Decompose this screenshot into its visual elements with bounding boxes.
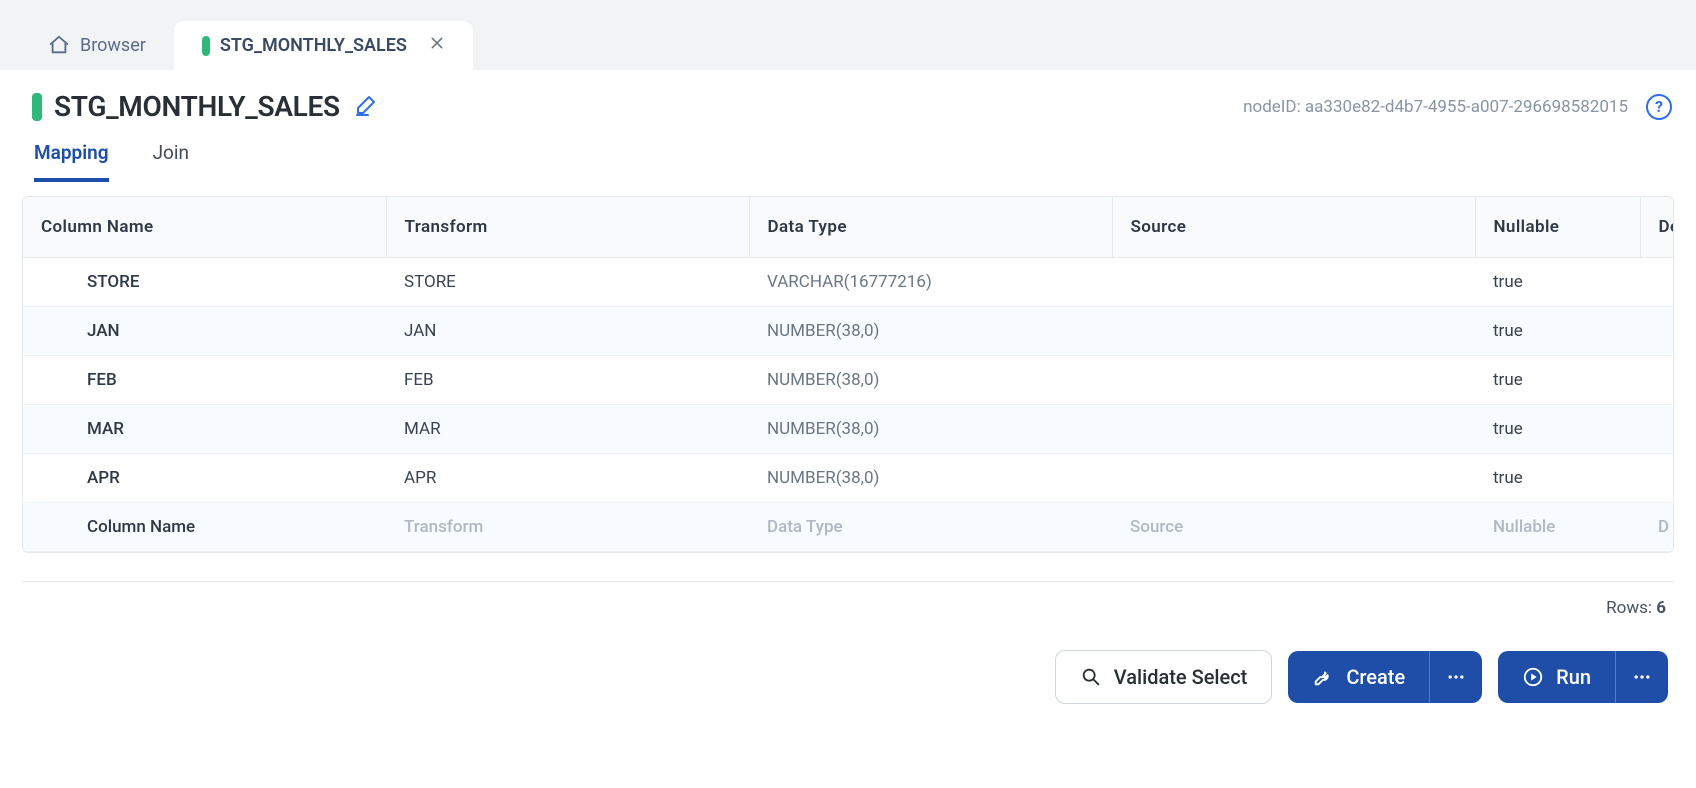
col-header-nullable[interactable]: Nullable xyxy=(1475,197,1640,258)
validate-label: Validate Select xyxy=(1114,665,1248,689)
title-indicator xyxy=(32,93,42,121)
rows-count: 6 xyxy=(1656,598,1666,618)
col-header-type[interactable]: Data Type xyxy=(749,197,1112,258)
run-button[interactable]: Run xyxy=(1498,651,1615,703)
validate-button[interactable]: Validate Select xyxy=(1055,650,1273,704)
search-icon xyxy=(1080,666,1102,688)
sub-tabs: Mapping Join xyxy=(0,133,1696,182)
cell-name: MAR xyxy=(23,405,386,454)
run-more-button[interactable] xyxy=(1615,651,1668,703)
help-icon[interactable]: ? xyxy=(1646,94,1672,120)
page-title: STG_MONTHLY_SALES xyxy=(54,90,340,123)
cell-name: FEB xyxy=(23,356,386,405)
table-row[interactable]: FEB FEB NUMBER(38,0) true xyxy=(23,356,1673,405)
cell-desc xyxy=(1640,405,1673,454)
tab-browser[interactable]: Browser xyxy=(20,20,174,70)
placeholder-desc: D xyxy=(1640,503,1673,552)
cell-transform: JAN xyxy=(386,307,749,356)
cell-transform: MAR xyxy=(386,405,749,454)
play-icon xyxy=(1522,666,1544,688)
cell-source xyxy=(1112,356,1475,405)
create-more-button[interactable] xyxy=(1429,651,1482,703)
tab-active[interactable]: STG_MONTHLY_SALES xyxy=(174,21,473,70)
rows-footer: Rows: 6 xyxy=(22,581,1674,634)
col-header-name[interactable]: Column Name xyxy=(23,197,386,258)
cell-source xyxy=(1112,258,1475,307)
run-button-group: Run xyxy=(1498,651,1668,703)
subtab-join[interactable]: Join xyxy=(153,141,189,182)
cell-transform: FEB xyxy=(386,356,749,405)
placeholder-nullable: Nullable xyxy=(1475,503,1640,552)
cell-type: NUMBER(38,0) xyxy=(749,454,1112,503)
action-bar: Validate Select Create Run xyxy=(0,634,1696,720)
cell-nullable: true xyxy=(1475,356,1640,405)
table-row[interactable]: APR APR NUMBER(38,0) true xyxy=(23,454,1673,503)
cell-desc xyxy=(1640,356,1673,405)
cell-type: NUMBER(38,0) xyxy=(749,405,1112,454)
cell-desc xyxy=(1640,258,1673,307)
tab-browser-label: Browser xyxy=(80,35,146,56)
cell-type: VARCHAR(16777216) xyxy=(749,258,1112,307)
title-left: STG_MONTHLY_SALES xyxy=(32,90,378,123)
create-button[interactable]: Create xyxy=(1288,651,1429,703)
create-label: Create xyxy=(1346,665,1405,689)
dots-icon xyxy=(1632,667,1652,687)
cell-source xyxy=(1112,454,1475,503)
placeholder-type: Data Type xyxy=(749,503,1112,552)
table-header-row: Column Name Transform Data Type Source N… xyxy=(23,197,1673,258)
table-row[interactable]: STORE STORE VARCHAR(16777216) true xyxy=(23,258,1673,307)
mapping-table: Column Name Transform Data Type Source N… xyxy=(22,196,1674,553)
wrench-icon xyxy=(1312,666,1334,688)
edit-icon[interactable] xyxy=(354,93,378,121)
cell-source xyxy=(1112,307,1475,356)
title-row: STG_MONTHLY_SALES nodeID: aa330e82-d4b7-… xyxy=(0,70,1696,133)
node-id: nodeID: aa330e82-d4b7-4955-a007-29669858… xyxy=(1243,97,1628,117)
cell-nullable: true xyxy=(1475,405,1640,454)
dots-icon xyxy=(1446,667,1466,687)
cell-desc xyxy=(1640,454,1673,503)
tab-active-label: STG_MONTHLY_SALES xyxy=(220,35,407,56)
run-label: Run xyxy=(1556,665,1591,689)
placeholder-source: Source xyxy=(1112,503,1475,552)
create-button-group: Create xyxy=(1288,651,1482,703)
tab-indicator xyxy=(202,36,210,56)
cell-transform: APR xyxy=(386,454,749,503)
cell-source xyxy=(1112,405,1475,454)
placeholder-name: Column Name xyxy=(23,503,386,552)
close-icon[interactable] xyxy=(429,35,445,56)
cell-name: JAN xyxy=(23,307,386,356)
cell-transform: STORE xyxy=(386,258,749,307)
cell-name: STORE xyxy=(23,258,386,307)
cell-desc xyxy=(1640,307,1673,356)
col-header-transform[interactable]: Transform xyxy=(386,197,749,258)
tabs-bar: Browser STG_MONTHLY_SALES xyxy=(0,0,1696,70)
table-row[interactable]: JAN JAN NUMBER(38,0) true xyxy=(23,307,1673,356)
title-right: nodeID: aa330e82-d4b7-4955-a007-29669858… xyxy=(1243,94,1672,120)
cell-nullable: true xyxy=(1475,307,1640,356)
subtab-mapping[interactable]: Mapping xyxy=(34,141,109,182)
cell-name: APR xyxy=(23,454,386,503)
placeholder-transform: Transform xyxy=(386,503,749,552)
col-header-description[interactable]: Des xyxy=(1640,197,1673,258)
table-placeholder-row[interactable]: Column Name Transform Data Type Source N… xyxy=(23,503,1673,552)
main-panel: STG_MONTHLY_SALES nodeID: aa330e82-d4b7-… xyxy=(0,70,1696,788)
cell-type: NUMBER(38,0) xyxy=(749,356,1112,405)
cell-type: NUMBER(38,0) xyxy=(749,307,1112,356)
home-icon xyxy=(48,34,70,56)
col-header-source[interactable]: Source xyxy=(1112,197,1475,258)
rows-label: Rows: xyxy=(1606,598,1652,618)
cell-nullable: true xyxy=(1475,454,1640,503)
cell-nullable: true xyxy=(1475,258,1640,307)
table-row[interactable]: MAR MAR NUMBER(38,0) true xyxy=(23,405,1673,454)
